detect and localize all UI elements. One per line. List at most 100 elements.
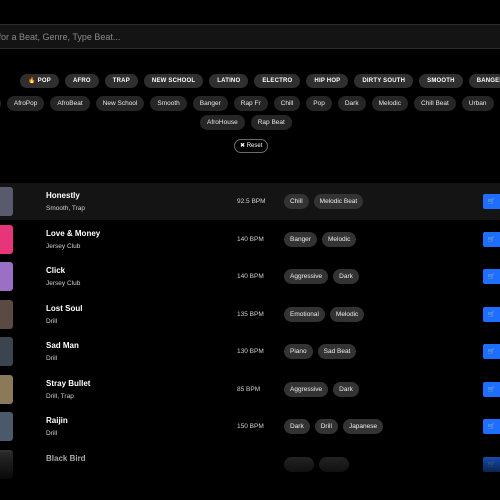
beat-cover-thumbnail[interactable] — [0, 412, 13, 441]
beat-genre: Drill — [46, 355, 58, 362]
genre-chip-afro[interactable]: AFRO — [64, 74, 99, 88]
beat-genre: Drill, Trap — [46, 392, 74, 400]
genre-chip-latino[interactable]: LATINO — [209, 74, 249, 88]
beat-bpm: 135 BPM — [237, 310, 264, 318]
cart-icon: 🛒 — [487, 349, 496, 355]
beat-tag[interactable]: Dark — [333, 381, 359, 397]
beat-tag[interactable]: Melodic Beat — [313, 194, 364, 209]
beat-genre: Jersey Club — [46, 242, 81, 250]
beat-genre: Drill — [46, 317, 58, 325]
beat-row[interactable]: Raijin Drill 150 BPM Dark Drill Japanese 🛒 — [0, 408, 500, 445]
beat-cover-thumbnail[interactable] — [0, 299, 13, 329]
beat-cover-thumbnail[interactable] — [0, 262, 13, 291]
genre-chip-hip-hop[interactable]: HIP HOP — [306, 74, 349, 88]
genre-chip-smooth[interactable]: SMOOTH — [419, 74, 463, 88]
beat-tags: Aggressive Dark — [284, 381, 359, 397]
beat-row[interactable]: Lost Soul Drill 135 BPM Emotional Melodic 🛒 — [0, 296, 500, 333]
tag-chip[interactable]: Rap Fr — [233, 96, 268, 111]
search-input[interactable] — [0, 25, 500, 48]
fire-icon: 🔥 — [28, 78, 36, 84]
tag-chip[interactable]: Melodic — [371, 96, 408, 111]
tag-chip[interactable]: ll — [0, 96, 1, 111]
genre-chip-label: NEW SCHOOL — [151, 78, 196, 84]
cart-icon: 🛒 — [487, 274, 496, 280]
beat-cover-thumbnail[interactable] — [0, 187, 13, 216]
beat-title[interactable]: Sad Man — [46, 341, 79, 350]
tag-chip[interactable]: AfroBeat — [50, 96, 90, 111]
beat-tag[interactable]: Dark — [284, 419, 310, 434]
beat-tag[interactable]: Emotional — [284, 306, 325, 322]
tag-chip[interactable]: Dark — [337, 96, 366, 111]
beat-tag[interactable]: Piano — [284, 344, 313, 359]
genre-chip-label: AFRO — [72, 78, 91, 84]
beat-title[interactable]: Stray Bullet — [46, 379, 90, 388]
beat-cover-thumbnail[interactable] — [0, 224, 13, 254]
beat-tag[interactable]: Aggressive — [284, 269, 329, 284]
genre-filter-row: 🔥 POP AFRO TRAP NEW SCHOOL LATINO ELECTRO HIP H… — [20, 74, 500, 88]
tag-chip[interactable]: AfroHouse — [200, 115, 245, 130]
add-to-cart-button[interactable]: 🛒 — [483, 269, 500, 284]
tag-chip[interactable]: Rap Beat — [250, 115, 292, 130]
cart-icon: 🛒 — [487, 461, 496, 468]
beat-title[interactable]: Click — [46, 266, 65, 275]
beat-tag[interactable]: Banger — [284, 231, 317, 247]
beat-tag[interactable]: Drill — [314, 419, 338, 434]
genre-chip-new-school[interactable]: NEW SCHOOL — [143, 74, 204, 88]
genre-chip-label: DIRTY SOUTH — [362, 78, 406, 84]
genre-chip-pop[interactable]: 🔥 POP — [20, 74, 59, 88]
beat-tag[interactable] — [319, 456, 349, 472]
beat-row[interactable]: Love & Money Jersey Club 140 BPM Banger Melo… — [0, 221, 500, 258]
beat-cover-thumbnail[interactable] — [0, 449, 13, 479]
reset-button[interactable]: ✖ Reset — [234, 139, 269, 153]
beat-tag[interactable]: Melodic — [329, 306, 365, 322]
genre-chip-electro[interactable]: ELECTRO — [254, 74, 301, 88]
beat-title[interactable]: Lost Soul — [46, 304, 82, 313]
beat-tag[interactable]: Japanese — [342, 419, 384, 434]
genre-chip-banger[interactable]: BANGER — [468, 74, 500, 88]
beat-bpm: 92.5 BPM — [237, 198, 266, 205]
beat-row[interactable]: Stray Bullet Drill, Trap 85 BPM Aggressive D… — [0, 371, 500, 408]
add-to-cart-button[interactable]: 🛒 — [483, 194, 500, 209]
beat-tags: Aggressive Dark — [284, 269, 359, 284]
tag-chip[interactable]: Urban — [461, 96, 494, 111]
beat-title[interactable]: Raijin — [46, 416, 68, 425]
beat-row[interactable]: Black Bird 🛒 — [0, 446, 500, 483]
tag-filter-row: ll AfroPop AfroBeat New School Smooth Banger R… — [0, 96, 494, 111]
add-to-cart-button[interactable]: 🛒 — [483, 231, 500, 247]
tag-chip[interactable]: Pop — [306, 96, 332, 111]
beat-tag[interactable] — [284, 456, 314, 472]
beat-cover-thumbnail[interactable] — [0, 337, 13, 366]
beat-tag[interactable]: Chill — [284, 194, 309, 209]
tag-chip[interactable]: AfroPop — [6, 96, 45, 111]
beat-title[interactable]: Love & Money — [46, 229, 100, 238]
genre-chip-label: POP — [37, 78, 51, 84]
beat-cover-thumbnail[interactable] — [0, 374, 13, 404]
beat-title[interactable]: Honestly — [46, 191, 80, 200]
tag-chip[interactable]: Smooth — [150, 96, 187, 111]
add-to-cart-button[interactable]: 🛒 — [483, 344, 500, 359]
cart-icon: 🛒 — [487, 424, 496, 430]
beat-genre: Jersey Club — [46, 280, 81, 287]
genre-chip-dirty-south[interactable]: DIRTY SOUTH — [354, 74, 414, 88]
tag-chip[interactable]: Banger — [192, 96, 228, 111]
tag-chip[interactable]: Chill Beat — [414, 96, 456, 111]
beat-tag[interactable]: Sad Beat — [317, 344, 357, 359]
beat-row[interactable]: Sad Man Drill 130 BPM Piano Sad Beat 🛒 — [0, 333, 500, 370]
genre-chip-trap[interactable]: TRAP — [104, 74, 138, 88]
add-to-cart-button[interactable]: 🛒 — [483, 381, 500, 397]
add-to-cart-button[interactable]: 🛒 — [483, 306, 500, 322]
genre-chip-label: LATINO — [217, 78, 241, 84]
beat-bpm: 85 BPM — [237, 385, 261, 393]
beat-tag[interactable]: Dark — [333, 269, 359, 284]
beat-bpm: 150 BPM — [237, 423, 264, 430]
search-bar[interactable] — [0, 24, 500, 49]
add-to-cart-button[interactable]: 🛒 — [483, 456, 500, 472]
beat-tag[interactable]: Aggressive — [284, 381, 329, 397]
tag-chip[interactable]: New School — [95, 96, 145, 111]
add-to-cart-button[interactable]: 🛒 — [483, 419, 500, 434]
beat-row[interactable]: Honestly Smooth, Trap 92.5 BPM Chill Melodic… — [0, 183, 500, 220]
beat-tag[interactable]: Melodic — [321, 231, 357, 247]
beat-row[interactable]: Click Jersey Club 140 BPM Aggressive Dark 🛒 — [0, 258, 500, 295]
beat-title[interactable]: Black Bird — [46, 454, 86, 463]
tag-chip[interactable]: Chill — [273, 96, 301, 111]
